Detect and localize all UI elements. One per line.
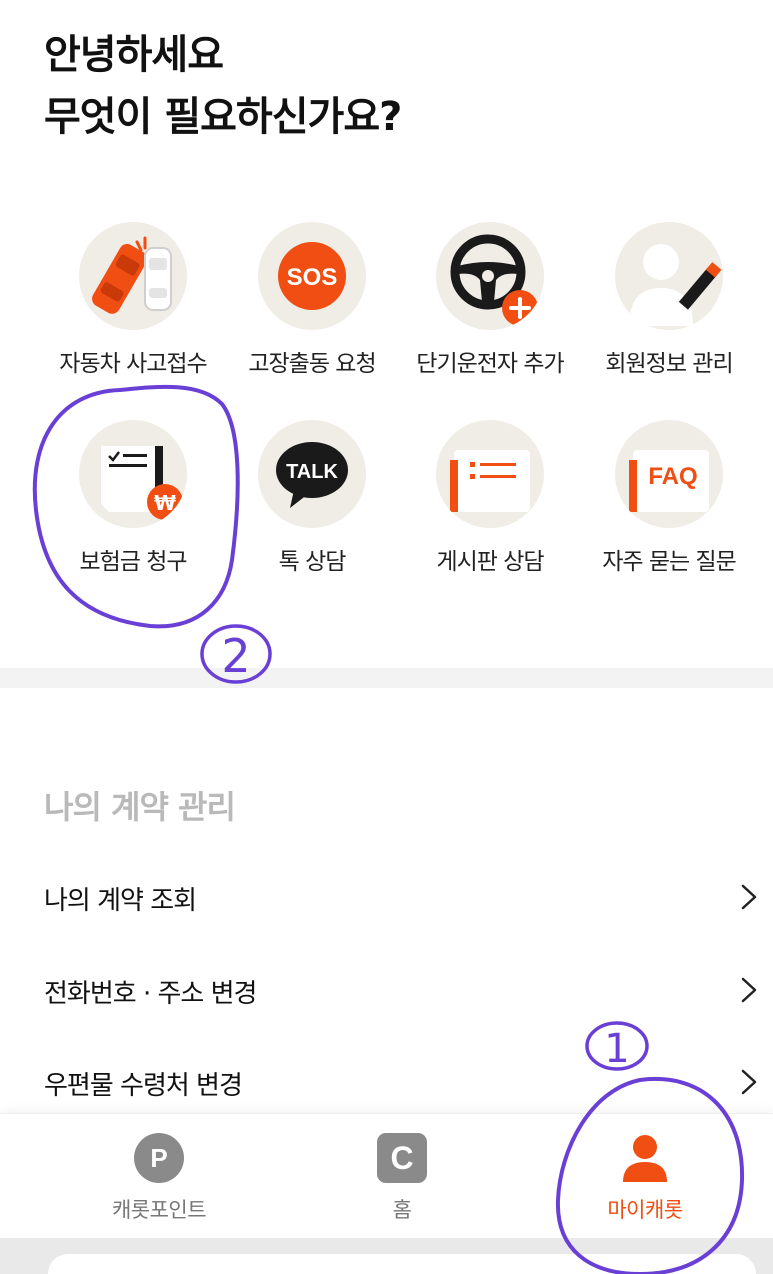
talk-text: TALK [286, 461, 338, 483]
greeting-line-2: 무엇이 필요하신가요? [44, 94, 402, 140]
quick-menu-board[interactable]: 게시판 상담 [400, 420, 580, 576]
quick-menu-member-info[interactable]: 회원정보 관리 [579, 222, 759, 378]
quick-menu-label: 게시판 상담 [436, 549, 544, 575]
menu-row-label: 우편물 수령처 변경 [44, 1071, 243, 1101]
greeting: 안녕하세요 무엇이 필요하신가요? [44, 24, 402, 148]
menu-row-contract-inquiry[interactable]: 나의 계약 조회 [0, 868, 773, 928]
quick-menu-add-driver[interactable]: 단기운전자 추가 [400, 222, 580, 378]
quick-menu-label: 보험금 청구 [79, 549, 187, 575]
chevron-right-icon [741, 884, 757, 910]
home-c-icon: C [376, 1132, 428, 1184]
quick-menu-sos[interactable]: SOS 고장출동 요청 [222, 222, 402, 378]
point-glyph: P [150, 1143, 167, 1173]
chevron-right-icon [741, 977, 757, 1003]
steering-wheel-add-icon [436, 222, 544, 330]
section-divider [0, 668, 773, 688]
quick-menu-label: 고장출동 요청 [248, 351, 376, 377]
quick-menu-faq[interactable]: FAQ 자주 묻는 질문 [579, 420, 759, 576]
quick-menu-label: 회원정보 관리 [605, 351, 733, 377]
sos-text: SOS [287, 264, 338, 291]
menu-row-label: 나의 계약 조회 [44, 886, 197, 916]
contract-section-title: 나의 계약 관리 [44, 788, 236, 826]
car-accident-icon [79, 222, 187, 330]
menu-row-mail-address[interactable]: 우편물 수령처 변경 [0, 1053, 773, 1113]
faq-text: FAQ [648, 463, 697, 490]
talk-bubble-icon: TALK [258, 420, 366, 528]
board-list-icon [436, 420, 544, 528]
greeting-line-1: 안녕하세요 [44, 32, 224, 78]
bottom-tab-bar: P 캐롯포인트 C 홈 마이캐롯 [0, 1113, 773, 1238]
point-icon: P [133, 1132, 185, 1184]
menu-row-label: 전화번호 · 주소 변경 [44, 979, 257, 1009]
quick-menu-claim[interactable]: ₩ 보험금 청구 [43, 420, 223, 576]
faq-icon: FAQ [615, 420, 723, 528]
profile-edit-icon [615, 222, 723, 330]
sos-icon: SOS [258, 222, 366, 330]
menu-row-phone-address[interactable]: 전화번호 · 주소 변경 [0, 961, 773, 1021]
won-text: ₩ [154, 491, 176, 515]
quick-menu-car-accident[interactable]: 자동차 사고접수 [43, 222, 223, 378]
tab-label: 홈 [392, 1198, 412, 1222]
claim-document-icon: ₩ [79, 420, 187, 528]
quick-menu-label: 자주 묻는 질문 [602, 549, 737, 575]
home-glyph: C [390, 1140, 413, 1176]
person-icon [619, 1132, 671, 1184]
tab-my-carrot[interactable]: 마이캐롯 [545, 1132, 745, 1224]
tab-label: 마이캐롯 [607, 1198, 683, 1222]
tab-carrot-point[interactable]: P 캐롯포인트 [59, 1132, 259, 1224]
quick-menu-label: 단기운전자 추가 [416, 351, 564, 377]
quick-menu-label: 톡 상담 [278, 549, 347, 575]
quick-menu-talk[interactable]: TALK 톡 상담 [222, 420, 402, 576]
bottom-pill [48, 1254, 756, 1274]
tab-home[interactable]: C 홈 [302, 1132, 502, 1224]
tab-label: 캐롯포인트 [111, 1198, 207, 1222]
chevron-right-icon [741, 1069, 757, 1095]
quick-menu-label: 자동차 사고접수 [59, 351, 207, 377]
bottom-bar [0, 1238, 773, 1274]
